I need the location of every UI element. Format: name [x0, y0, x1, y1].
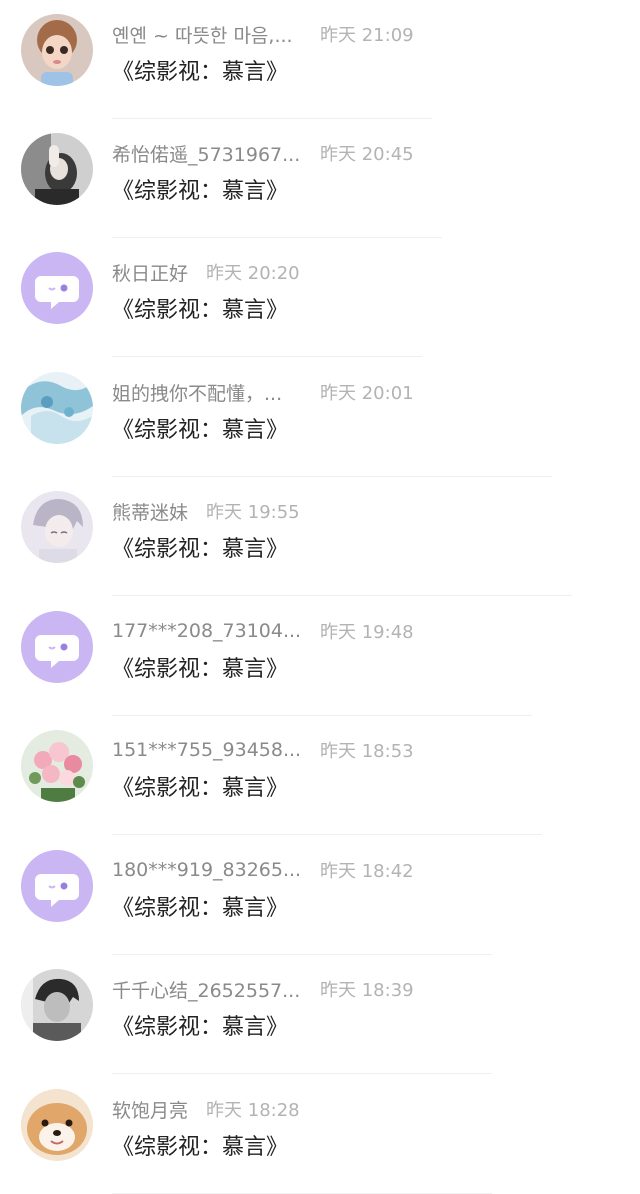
sender-name: 软饱月亮: [112, 1099, 189, 1122]
sender-name: 151***755_93458...: [112, 739, 302, 761]
message-preview: 《综影视：慕言》: [112, 60, 289, 85]
message-preview: 《综影视：慕言》: [112, 179, 289, 204]
avatar[interactable]: [21, 969, 93, 1041]
sender-name: 177***208_73104...: [112, 620, 302, 642]
conversation-meta: 180***919_83265... 昨天 18:42: [112, 856, 414, 884]
message-preview: 《综影视：慕言》: [112, 896, 289, 921]
message-preview: 《综影视：慕言》: [112, 1015, 289, 1040]
timestamp: 昨天 20:01: [320, 383, 414, 404]
default-chat-bubble-icon: [21, 850, 93, 922]
avatar-photo-dog: [21, 1089, 93, 1161]
avatar[interactable]: [21, 850, 93, 922]
sender-name: 希怡偌遥_5731967...: [112, 143, 301, 166]
conversation-item[interactable]: 希怡偌遥_5731967... 昨天 20:45 《综影视：慕言》: [0, 119, 640, 238]
avatar[interactable]: [21, 611, 93, 683]
divider: [112, 1073, 492, 1074]
timestamp: 昨天 18:53: [320, 741, 414, 762]
conversation-meta: 熊蒂迷妹 昨天 19:55: [112, 497, 300, 525]
timestamp: 昨天 18:39: [320, 980, 414, 1001]
conversation-item[interactable]: 软饱月亮 昨天 18:28 《综影视：慕言》: [0, 1075, 640, 1194]
conversation-meta: 秋日正好 昨天 20:20: [112, 258, 300, 286]
message-preview: 《综影视：慕言》: [112, 418, 289, 443]
conversation-item[interactable]: 熊蒂迷妹 昨天 19:55 《综影视：慕言》: [0, 477, 640, 596]
timestamp: 昨天 20:20: [206, 263, 300, 284]
message-preview: 《综影视：慕言》: [112, 537, 289, 562]
avatar[interactable]: [21, 1089, 93, 1161]
sender-name: 옌옌 ~ 따뜻한 마음,...: [112, 24, 293, 47]
timestamp: 昨天 19:48: [320, 622, 414, 643]
default-chat-bubble-icon: [21, 611, 93, 683]
avatar[interactable]: [21, 252, 93, 324]
conversation-item[interactable]: 151***755_93458... 昨天 18:53 《综影视：慕言》: [0, 716, 640, 835]
conversation-meta: 177***208_73104... 昨天 19:48: [112, 617, 414, 645]
avatar[interactable]: [21, 372, 93, 444]
conversation-item[interactable]: 千千心结_2652557... 昨天 18:39 《综影视：慕言》: [0, 955, 640, 1074]
conversation-item[interactable]: 秋日正好 昨天 20:20 《综影视：慕言》: [0, 238, 640, 357]
divider: [112, 595, 572, 596]
sender-name: 秋日正好: [112, 262, 189, 285]
conversation-meta: 希怡偌遥_5731967... 昨天 20:45: [112, 139, 414, 167]
message-preview: 《综影视：慕言》: [112, 1135, 289, 1160]
avatar-photo-doll: [21, 14, 93, 86]
avatar-photo-blue-art: [21, 372, 93, 444]
message-preview: 《综影视：慕言》: [112, 776, 289, 801]
sender-name: 熊蒂迷妹: [112, 501, 189, 524]
avatar-photo-anime-boy: [21, 491, 93, 563]
conversation-meta: 软饱月亮 昨天 18:28: [112, 1095, 300, 1123]
timestamp: 昨天 21:09: [320, 25, 414, 46]
divider: [112, 356, 422, 357]
timestamp: 昨天 18:28: [206, 1100, 300, 1121]
timestamp: 昨天 18:42: [320, 861, 414, 882]
avatar[interactable]: [21, 14, 93, 86]
sender-name: 180***919_83265...: [112, 859, 302, 881]
conversation-item[interactable]: 姐的拽你不配懂，... 昨天 20:01 《综影视：慕言》: [0, 358, 640, 477]
sender-name: 千千心结_2652557...: [112, 979, 301, 1002]
conversation-meta: 千千心结_2652557... 昨天 18:39: [112, 975, 414, 1003]
conversation-meta: 151***755_93458... 昨天 18:53: [112, 736, 414, 764]
divider: [112, 834, 542, 835]
conversation-item[interactable]: 177***208_73104... 昨天 19:48 《综影视：慕言》: [0, 597, 640, 716]
message-preview: 《综影视：慕言》: [112, 298, 289, 323]
conversation-meta: 옌옌 ~ 따뜻한 마음,... 昨天 21:09: [112, 20, 414, 48]
avatar[interactable]: [21, 491, 93, 563]
default-chat-bubble-icon: [21, 252, 93, 324]
timestamp: 昨天 19:55: [206, 502, 300, 523]
avatar-photo-flowers: [21, 730, 93, 802]
message-preview: 《综影视：慕言》: [112, 657, 289, 682]
avatar-photo-person: [21, 133, 93, 205]
avatar-photo-bw-person: [21, 969, 93, 1041]
conversation-item[interactable]: 옌옌 ~ 따뜻한 마음,... 昨天 21:09 《综影视：慕言》: [0, 0, 640, 119]
avatar[interactable]: [21, 133, 93, 205]
avatar[interactable]: [21, 730, 93, 802]
sender-name: 姐的拽你不配懂，...: [112, 382, 283, 405]
conversation-item[interactable]: 180***919_83265... 昨天 18:42 《综影视：慕言》: [0, 836, 640, 955]
timestamp: 昨天 20:45: [320, 144, 414, 165]
conversation-meta: 姐的拽你不配懂，... 昨天 20:01: [112, 378, 414, 406]
